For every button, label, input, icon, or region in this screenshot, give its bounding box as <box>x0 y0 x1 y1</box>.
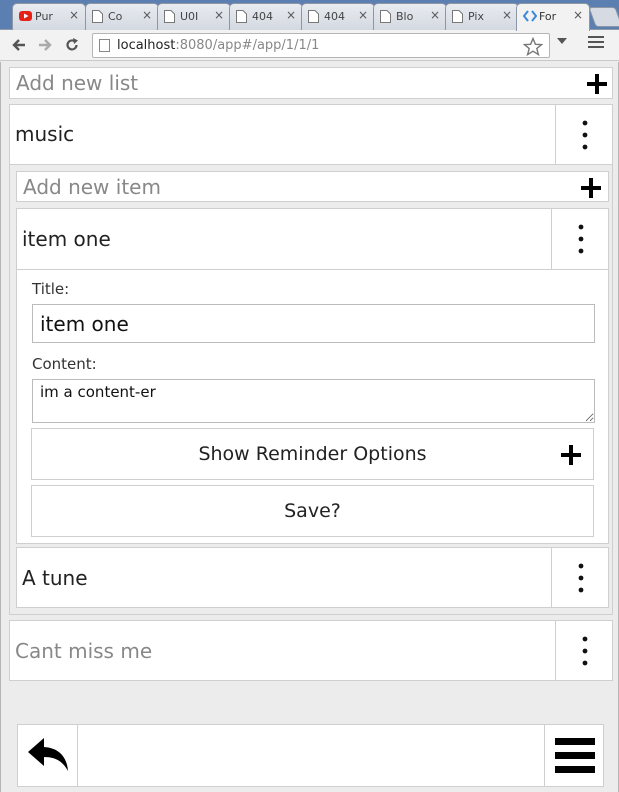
tab-close-icon[interactable]: × <box>142 8 152 22</box>
page-icon <box>236 10 248 23</box>
back-arrow-icon[interactable] <box>9 35 29 55</box>
item-card[interactable]: A tune <box>16 547 609 608</box>
bookmark-star-icon[interactable] <box>522 35 544 62</box>
app-viewport: Add new list music Add new item item one… <box>0 62 619 792</box>
item-options-kebab-icon[interactable] <box>551 209 609 269</box>
page-icon <box>452 10 464 23</box>
tab-title: 404 <box>324 10 345 23</box>
address-bar[interactable]: localhost:8080/app#/app/1/1/1 <box>92 33 550 58</box>
tab-title: Pix <box>468 10 484 23</box>
title-field-label: Title: <box>32 280 70 298</box>
page-icon <box>380 10 392 23</box>
list-options-kebab-icon[interactable] <box>555 621 613 680</box>
add-item-row: Add new item <box>16 171 609 202</box>
tab-title: Co <box>108 10 123 23</box>
browser-tabstrip: Pur × Co × U0I × 404 × 404 × Blo × Pix ×… <box>0 0 619 31</box>
page-icon <box>92 10 104 23</box>
add-item-plus-icon[interactable] <box>580 177 602 199</box>
content-field-label: Content: <box>32 355 97 373</box>
tab-close-icon[interactable]: × <box>430 8 440 22</box>
tab-title: Blo <box>396 10 414 23</box>
menu-button[interactable] <box>544 725 604 786</box>
save-button-label: Save? <box>284 500 341 522</box>
tab-title: U0I <box>180 10 199 23</box>
forward-arrow-icon[interactable] <box>35 35 55 55</box>
browser-menu-icon[interactable] <box>588 36 604 52</box>
tab-close-icon[interactable]: × <box>502 8 512 22</box>
reply-arrow-icon <box>28 738 70 776</box>
item-header[interactable]: item one <box>16 208 609 270</box>
browser-toolbar: localhost:8080/app#/app/1/1/1 <box>0 30 619 61</box>
item-card-expanded: item one Title: Content: im a content-er… <box>16 208 609 544</box>
browser-tab[interactable]: 404 × <box>229 3 303 30</box>
code-icon <box>522 10 538 23</box>
browser-tab-active[interactable]: For × <box>516 3 590 31</box>
item-title: A tune <box>22 566 88 590</box>
add-list-row: Add new list <box>9 67 613 99</box>
expand-plus-icon <box>560 444 582 466</box>
browser-tab[interactable]: 404 × <box>301 3 375 30</box>
new-tab-button[interactable] <box>588 7 619 27</box>
list-header[interactable]: music <box>9 104 613 165</box>
browser-tab[interactable]: Pix × <box>445 3 519 30</box>
url-text: localhost:8080/app#/app/1/1/1 <box>117 38 320 53</box>
add-list-plus-icon[interactable] <box>586 73 608 95</box>
dropdown-caret-icon[interactable] <box>557 36 567 47</box>
add-item-input[interactable]: Add new item <box>23 175 161 199</box>
tab-close-icon[interactable]: × <box>69 8 79 22</box>
list-options-kebab-icon[interactable] <box>555 105 613 164</box>
content-field[interactable]: im a content-er <box>32 379 595 423</box>
save-button[interactable]: Save? <box>31 485 594 537</box>
add-list-input[interactable]: Add new list <box>16 71 138 95</box>
reminder-button-label: Show Reminder Options <box>198 443 427 465</box>
tab-close-icon[interactable]: × <box>214 8 224 22</box>
browser-tab[interactable]: Co × <box>85 3 159 30</box>
browser-tab[interactable]: Blo × <box>373 3 447 30</box>
tab-close-icon[interactable]: × <box>286 8 296 22</box>
tab-title: 404 <box>252 10 273 23</box>
tab-close-icon[interactable]: × <box>358 8 368 22</box>
browser-tab[interactable]: Pur × <box>12 3 86 30</box>
bottom-nav-bar <box>17 724 604 787</box>
hamburger-menu-icon <box>555 738 595 778</box>
show-reminder-options-button[interactable]: Show Reminder Options <box>31 428 594 480</box>
page-icon <box>308 10 320 23</box>
list-card[interactable]: Cant miss me <box>9 620 613 681</box>
browser-tab[interactable]: U0I × <box>157 3 231 30</box>
item-title: item one <box>22 227 111 251</box>
list-title: Cant miss me <box>15 639 153 663</box>
item-options-kebab-icon[interactable] <box>551 548 609 607</box>
reload-icon[interactable] <box>62 35 82 55</box>
list-title: music <box>15 122 75 146</box>
tab-close-icon[interactable]: × <box>573 8 583 22</box>
tab-title: For <box>539 10 557 23</box>
page-icon <box>99 39 110 52</box>
page-icon <box>164 10 176 23</box>
back-button[interactable] <box>18 725 78 786</box>
title-field[interactable] <box>32 304 595 343</box>
youtube-icon <box>19 10 32 23</box>
tab-title: Pur <box>35 10 53 23</box>
